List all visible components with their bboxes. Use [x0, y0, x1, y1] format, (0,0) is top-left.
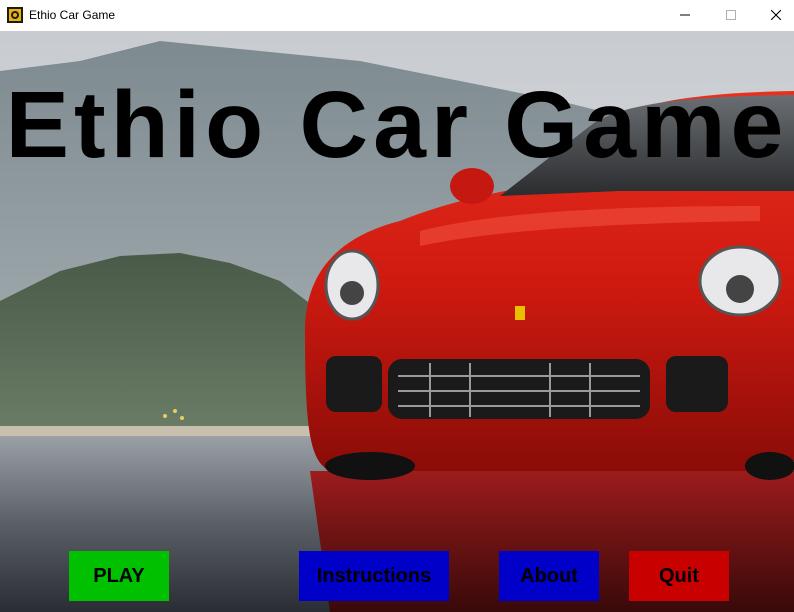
game-window: Ethio Car Game Ethio Car Game PLAY Instr…	[0, 0, 794, 612]
quit-button[interactable]: Quit	[629, 551, 729, 601]
about-button[interactable]: About	[499, 551, 599, 601]
car-app-icon	[7, 7, 23, 23]
game-title: Ethio Car Game	[5, 72, 789, 178]
close-icon	[770, 7, 782, 25]
window-title: Ethio Car Game	[29, 8, 116, 22]
maximize-button[interactable]	[708, 0, 754, 31]
play-button[interactable]: PLAY	[69, 551, 169, 601]
instructions-button[interactable]: Instructions	[299, 551, 449, 601]
close-button[interactable]	[753, 0, 794, 31]
minimize-button[interactable]	[662, 0, 708, 31]
game-canvas[interactable]: Ethio Car Game PLAY Instructions About Q…	[0, 31, 794, 612]
maximize-icon	[726, 7, 736, 25]
minimize-icon	[680, 7, 690, 25]
title-bar[interactable]: Ethio Car Game	[0, 0, 794, 31]
